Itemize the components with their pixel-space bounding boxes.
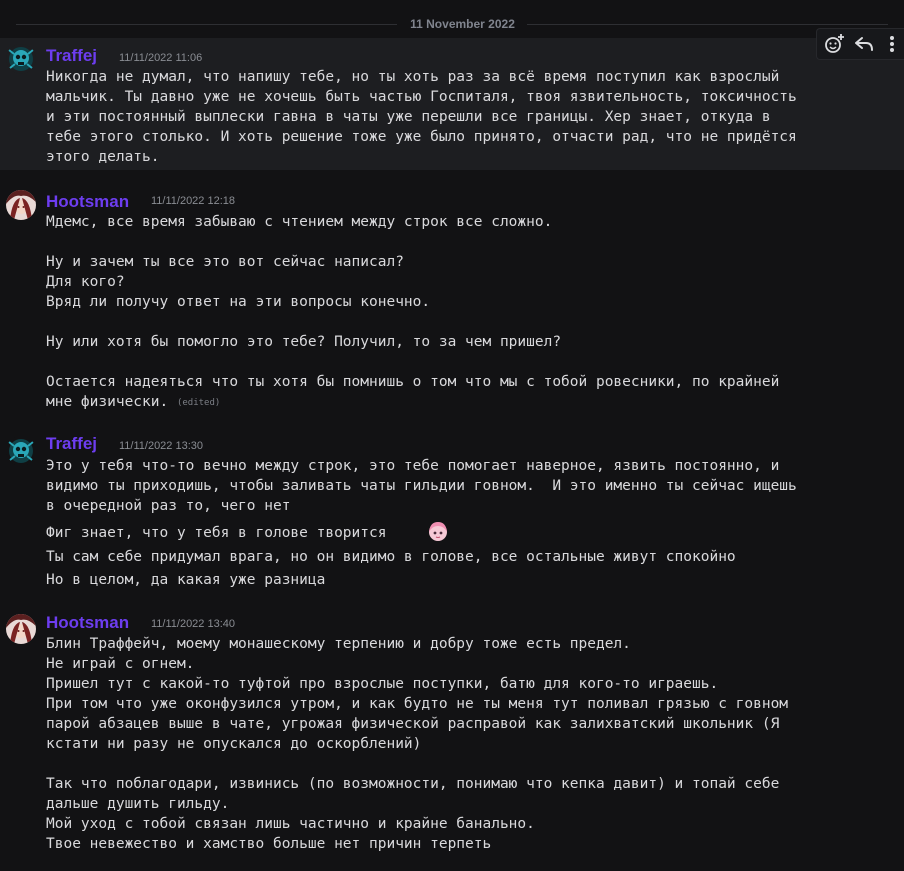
message[interactable]: Hootsman 11/11/2022 12:18 Мдемс, все вре… bbox=[0, 184, 904, 414]
message-line: Это у тебя что-то вечно между строк, это… bbox=[46, 458, 780, 474]
message-action-bar bbox=[816, 28, 904, 60]
author-name[interactable]: Hootsman bbox=[46, 192, 129, 212]
message[interactable]: Traffej 11/11/2022 13:30 Это у тебя что-… bbox=[0, 432, 904, 602]
message-line: Мой уход с тобой связан лишь частично и … bbox=[46, 816, 535, 832]
message-line: Твое невежество и хамство больше нет при… bbox=[46, 836, 492, 852]
message-timestamp: 11/11/2022 11:06 bbox=[119, 52, 203, 64]
message-line: Не играй с огнем. bbox=[46, 656, 195, 672]
avatar[interactable] bbox=[6, 436, 36, 466]
message-line: Остается надеяться что ты хотя бы помниш… bbox=[46, 374, 780, 390]
message-line: Мдемс, все время забываю с чтением между… bbox=[46, 214, 553, 230]
message-line: Вряд ли получу ответ на эти вопросы коне… bbox=[46, 294, 431, 310]
message-line: Ты сам себе придумал врага, но он видимо… bbox=[46, 549, 736, 565]
message-line: При том что уже оконфузился утром, и как… bbox=[46, 696, 789, 712]
message-line: Фиг знает, что у тебя в голове творится bbox=[46, 525, 387, 541]
avatar[interactable] bbox=[6, 44, 36, 74]
message-line: Так что поблагодари, извинись (по возмож… bbox=[46, 776, 780, 792]
add-reaction-icon[interactable] bbox=[821, 31, 847, 57]
avatar[interactable] bbox=[6, 190, 36, 220]
message-line: Блин Траффейч, моему монашескому терпени… bbox=[46, 636, 631, 652]
author-name[interactable]: Traffej bbox=[46, 434, 97, 454]
date-divider: 11 November 2022 bbox=[0, 14, 904, 36]
message-line-text: мне физически. bbox=[46, 394, 169, 410]
message-line: тебе этого столько. И хоть решение тоже … bbox=[46, 129, 797, 145]
author-name[interactable]: Traffej bbox=[46, 46, 97, 66]
anime-avatar-icon bbox=[6, 614, 36, 644]
message-line: дальше душить гильду. bbox=[46, 796, 230, 812]
message-line: Но в целом, да какая уже разница bbox=[46, 572, 326, 588]
message-line: Пришел тут с какой-то туфтой про взрослы… bbox=[46, 676, 719, 692]
divider-line-right bbox=[527, 24, 888, 25]
skull-avatar-icon bbox=[6, 436, 36, 466]
date-divider-label: 11 November 2022 bbox=[410, 17, 515, 31]
message-line: в очередной раз то, чего нет bbox=[46, 498, 291, 514]
message-line: Ну и зачем ты все это вот сейчас написал… bbox=[46, 254, 404, 270]
message-line: кстати ни разу не опускался до оскорблен… bbox=[46, 736, 422, 752]
message-timestamp: 11/11/2022 13:30 bbox=[119, 440, 204, 452]
more-icon[interactable] bbox=[879, 31, 904, 57]
divider-line-left bbox=[16, 24, 397, 25]
message[interactable]: Traffej 11/11/2022 11:06 Никогда не дума… bbox=[0, 38, 904, 170]
message-line: видимо ты приходишь, чтобы заливать чаты… bbox=[46, 478, 797, 494]
message-line: мальчик. Ты давно уже не хочешь быть час… bbox=[46, 89, 797, 105]
message-timestamp: 11/11/2022 12:18 bbox=[151, 195, 236, 207]
message-timestamp: 11/11/2022 13:40 bbox=[151, 618, 236, 630]
message[interactable]: Hootsman 11/11/2022 13:40 Блин Траффейч,… bbox=[0, 612, 904, 871]
anime-avatar-icon bbox=[6, 190, 36, 220]
message-line: Никогда не думал, что напишу тебе, но ты… bbox=[46, 69, 780, 85]
edited-tag: (edited) bbox=[176, 398, 221, 408]
anime-girl-emoji-icon bbox=[429, 522, 447, 541]
reply-icon[interactable] bbox=[851, 31, 877, 57]
message-line: мне физически. (edited) bbox=[46, 392, 220, 413]
message-line: и эти постоянный выплески гавна в чаты у… bbox=[46, 109, 771, 125]
message-line: этого делать. bbox=[46, 149, 160, 165]
message-line: Для кого? bbox=[46, 274, 125, 290]
avatar[interactable] bbox=[6, 614, 36, 644]
skull-avatar-icon bbox=[6, 44, 36, 74]
author-name[interactable]: Hootsman bbox=[46, 613, 129, 633]
message-line: парой абзацев выше в чате, угрожая физич… bbox=[46, 716, 780, 732]
message-line: Ну или хотя бы помогло это тебе? Получил… bbox=[46, 334, 562, 350]
